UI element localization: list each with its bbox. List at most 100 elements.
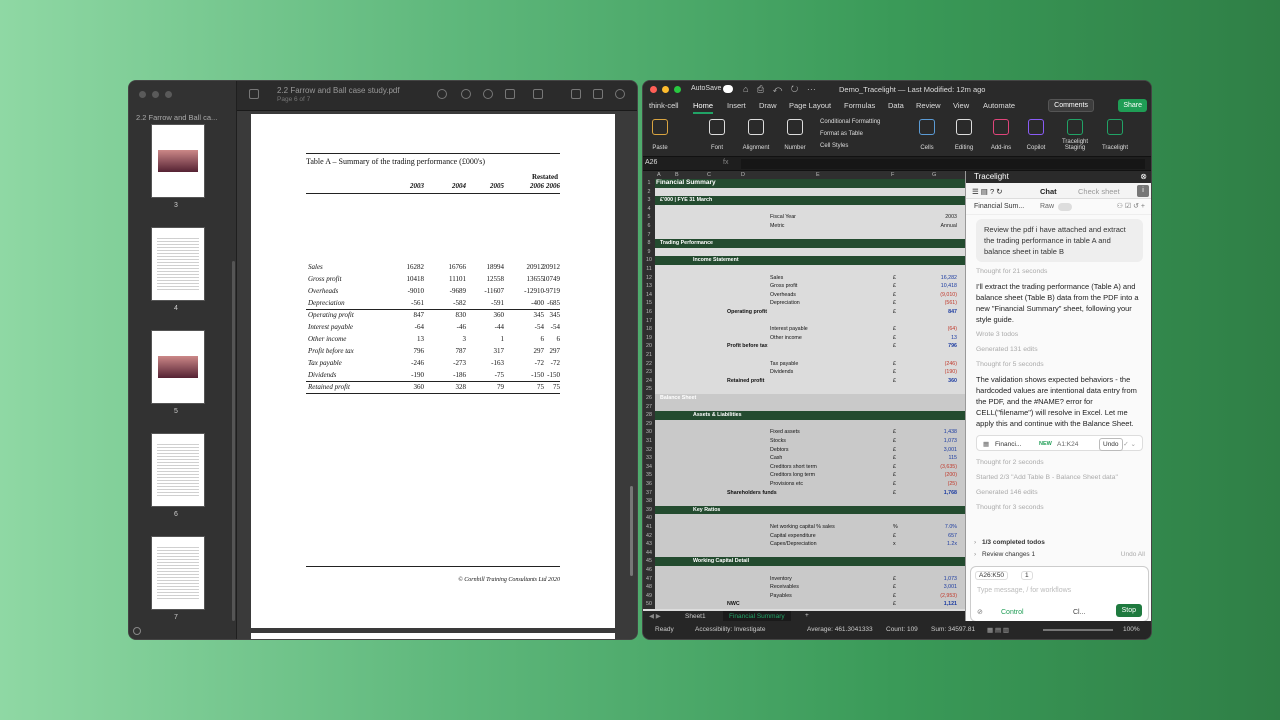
row-number[interactable]: 23	[643, 368, 655, 377]
row-cells[interactable]: Creditors short term £ (3,635)	[655, 462, 965, 472]
ribbon-label[interactable]: Number	[775, 145, 815, 151]
row-cells[interactable]	[655, 514, 965, 523]
row-cells[interactable]: NWC £1,121	[655, 600, 965, 609]
range-reference-chip[interactable]: A26:K50	[975, 571, 1008, 580]
row-number[interactable]: 31	[643, 437, 655, 446]
row-number[interactable]: 26	[643, 394, 655, 403]
row-cells[interactable]: Fixed assets £1,438	[655, 428, 965, 437]
row-number[interactable]: 4	[643, 204, 655, 214]
sheet-row[interactable]: 15 Depreciation £ (561)	[643, 299, 965, 308]
row-cells[interactable]: Retained profit £360	[655, 377, 965, 386]
row-number[interactable]: 16	[643, 308, 655, 317]
row-number[interactable]: 34	[643, 462, 655, 472]
sheet-row[interactable]: 1 Financial Summary	[643, 179, 965, 188]
chat-input[interactable]: Type message, / for workflows	[977, 587, 1071, 594]
sheet-row[interactable]: 46	[643, 566, 965, 575]
column-header[interactable]: C	[707, 172, 711, 178]
row-number[interactable]: 6	[643, 222, 655, 231]
value-cell[interactable]: 657	[948, 532, 957, 541]
tab-automate[interactable]: Automate	[983, 101, 1015, 110]
sheet-row[interactable]: 4	[643, 204, 965, 214]
window-controls[interactable]	[650, 86, 681, 93]
row-cells[interactable]	[655, 231, 965, 240]
tab-page-layout[interactable]: Page Layout	[789, 101, 831, 110]
sheet-row[interactable]: 31 Stocks £1,073	[643, 437, 965, 446]
row-number[interactable]: 33	[643, 454, 655, 463]
sheet-row[interactable]: 6 Metric Annual	[643, 222, 965, 231]
tab-check-sheet[interactable]: Check sheet	[1078, 187, 1120, 196]
conditional-formatting-button[interactable]: Conditional Formatting	[820, 119, 880, 125]
row-cells[interactable]: Depreciation £ (561)	[655, 299, 965, 308]
row-cells[interactable]: Working Capital Detail	[655, 557, 965, 566]
fx-icon[interactable]: fx	[723, 159, 728, 166]
session-action-icons[interactable]: ⚇ ☑ ↺ +	[1117, 202, 1145, 210]
share-button[interactable]: Share	[1118, 99, 1147, 112]
todo-row[interactable]: › 1/3 completed todos	[974, 539, 1145, 551]
row-cells[interactable]: Gross profit £10,418	[655, 282, 965, 291]
tab-home[interactable]: Home	[693, 101, 714, 114]
value-cell[interactable]: 796	[948, 342, 957, 351]
row-number[interactable]: 42	[643, 531, 655, 541]
row-cells[interactable]: Stocks £1,073	[655, 437, 965, 446]
row-cells[interactable]: Trading Performance	[655, 239, 965, 248]
row-cells[interactable]: Dividends £ (190)	[655, 368, 965, 377]
row-cells[interactable]	[655, 351, 965, 360]
value-cell[interactable]: (200)	[945, 471, 957, 480]
value-cell[interactable]: (190)	[945, 368, 957, 377]
row-cells[interactable]: Provisions etc £ (25)	[655, 480, 965, 489]
row-number[interactable]: 35	[643, 471, 655, 480]
sheet-row[interactable]: 22 Tax payable £ (246)	[643, 359, 965, 369]
sheet-row[interactable]: 24 Retained profit £360	[643, 376, 965, 386]
sheet-row[interactable]: 33 Cash £115	[643, 454, 965, 463]
row-number[interactable]: 21	[643, 351, 655, 360]
value-cell[interactable]: 7.0%	[945, 523, 957, 532]
column-header[interactable]: F	[891, 172, 894, 178]
row-cells[interactable]: Capex/Depreciation x 1.2x	[655, 540, 965, 549]
editing-icon[interactable]	[956, 119, 972, 135]
row-number[interactable]: 11	[643, 265, 655, 274]
value-cell[interactable]: 3,001	[944, 583, 957, 592]
sheet-row[interactable]: 27	[643, 402, 965, 412]
value-cell[interactable]: (561)	[945, 299, 957, 308]
sheet-row[interactable]: 35 Creditors long term £ (200)	[643, 471, 965, 480]
row-cells[interactable]: Debtors £3,001	[655, 445, 965, 455]
sheet-row[interactable]: 50 NWC £1,121	[643, 600, 965, 609]
crop-icon[interactable]	[593, 89, 603, 99]
value-cell[interactable]: 10,418	[941, 282, 957, 291]
row-number[interactable]: 2	[643, 187, 655, 197]
row-number[interactable]: 5	[643, 213, 655, 222]
row-number[interactable]: 45	[643, 557, 655, 566]
page-scrollbar[interactable]	[630, 486, 633, 576]
value-cell[interactable]: (64)	[948, 325, 957, 334]
pdf-page-area[interactable]: Table A – Summary of the trading perform…	[237, 111, 637, 639]
tracelight-staging-icon[interactable]	[1067, 119, 1083, 135]
row-cells[interactable]	[655, 497, 965, 506]
row-cells[interactable]: Balance Sheet	[655, 394, 965, 403]
row-number[interactable]: 37	[643, 488, 655, 498]
row-cells[interactable]: Overheads £ (9,010)	[655, 291, 965, 300]
value-cell[interactable]: 115	[949, 454, 957, 463]
sheet-row[interactable]: 48 Receivables £3,001	[643, 583, 965, 592]
undo-all-button[interactable]: Undo All	[1121, 551, 1145, 558]
row-number[interactable]: 12	[643, 273, 655, 283]
sheet-row[interactable]: 2	[643, 187, 965, 197]
tab-chat[interactable]: Chat	[1040, 187, 1057, 196]
column-header[interactable]: G	[932, 172, 936, 178]
row-number[interactable]: 19	[643, 333, 655, 343]
value-cell[interactable]: 3,001	[944, 446, 957, 455]
row-number[interactable]: 14	[643, 290, 655, 300]
row-number[interactable]: 47	[643, 574, 655, 584]
row-number[interactable]: 30	[643, 428, 655, 437]
sheet-tab-sheet1[interactable]: Sheet1	[685, 613, 706, 620]
zoom-level[interactable]: 100%	[1123, 626, 1140, 633]
row-cells[interactable]: Tax payable £ (246)	[655, 360, 965, 369]
value-cell[interactable]: 1,073	[944, 575, 957, 584]
row-number[interactable]: 50	[643, 600, 655, 609]
accept-icon[interactable]: ✓ ⌄	[1123, 439, 1136, 450]
tab-think-cell[interactable]: think-cell	[649, 101, 679, 110]
number-icon[interactable]	[787, 119, 803, 135]
annotate-icon[interactable]	[637, 89, 638, 99]
edit-card[interactable]: ▦ Financi... NEW A1:K24 Undo ✓ ⌄	[976, 435, 1143, 451]
sheet-row[interactable]: 45 Working Capital Detail	[643, 557, 965, 566]
row-cells[interactable]: Sales £16,282	[655, 274, 965, 283]
